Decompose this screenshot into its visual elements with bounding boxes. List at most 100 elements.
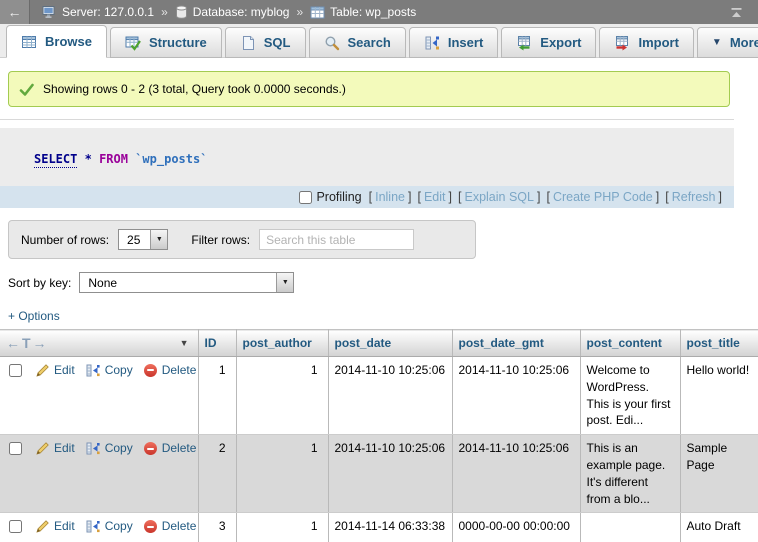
delete-link[interactable]: Delete bbox=[162, 362, 197, 379]
cell-post-title: Sample Page bbox=[680, 435, 758, 513]
tab-label: Browse bbox=[45, 34, 92, 49]
tab-import[interactable]: Import bbox=[599, 27, 693, 58]
copy-link[interactable]: Copy bbox=[105, 440, 133, 457]
section-divider bbox=[0, 119, 734, 120]
breadcrumb-database-label: Database: myblog bbox=[193, 5, 290, 19]
explain-sql-link[interactable]: Explain SQL bbox=[464, 190, 533, 204]
profiling-label: Profiling bbox=[316, 190, 361, 204]
delete-icon bbox=[144, 364, 157, 377]
sort-descending-icon[interactable]: ▼ bbox=[180, 338, 189, 348]
breadcrumb-table[interactable]: Table: wp_posts bbox=[310, 5, 416, 19]
table-header-row: ←T→ ▼ ID post_author post_date post_date… bbox=[0, 330, 758, 357]
inline-link[interactable]: Inline bbox=[375, 190, 405, 204]
sort-select-value: None bbox=[80, 273, 276, 292]
sql-table-name: `wp_posts` bbox=[135, 152, 207, 166]
search-icon bbox=[324, 35, 340, 51]
column-header-post-date[interactable]: post_date bbox=[328, 330, 452, 357]
column-header-actions: ←T→ ▼ bbox=[0, 330, 198, 357]
row-checkbox[interactable] bbox=[9, 442, 22, 455]
pencil-icon bbox=[36, 442, 49, 455]
bracket: ] bbox=[719, 190, 722, 204]
copy-link[interactable]: Copy bbox=[105, 518, 133, 535]
column-header-post-content[interactable]: post_content bbox=[580, 330, 680, 357]
create-php-code-link[interactable]: Create PHP Code bbox=[553, 190, 653, 204]
column-header-post-author[interactable]: post_author bbox=[236, 330, 328, 357]
rows-label: Number of rows: bbox=[21, 233, 109, 247]
import-icon bbox=[614, 35, 630, 51]
back-arrow-icon: ← bbox=[8, 4, 22, 20]
options-toggle[interactable]: + Options bbox=[8, 309, 60, 323]
cell-post-date: 2014-11-10 10:25:06 bbox=[328, 357, 452, 435]
cell-post-title: Hello world! bbox=[680, 357, 758, 435]
cell-post-date: 2014-11-14 06:33:38 bbox=[328, 513, 452, 542]
cell-post-date: 2014-11-10 10:25:06 bbox=[328, 435, 452, 513]
collapse-panel-icon[interactable] bbox=[729, 5, 744, 20]
bracket: ] bbox=[537, 190, 540, 204]
tab-label: SQL bbox=[264, 35, 291, 50]
copy-link[interactable]: Copy bbox=[105, 362, 133, 379]
breadcrumb: Server: 127.0.0.1 » Database: myblog » T… bbox=[42, 5, 729, 19]
cell-post-author: 1 bbox=[236, 513, 328, 542]
tab-label: Structure bbox=[149, 35, 207, 50]
rows-filter-bar: Number of rows: 25 ▼ Filter rows: bbox=[8, 220, 476, 259]
insert-icon bbox=[424, 35, 440, 51]
cell-post-content: This is an example page. It's different … bbox=[580, 435, 680, 513]
export-icon bbox=[516, 35, 532, 51]
cell-post-content bbox=[580, 513, 680, 542]
tab-label: Search bbox=[348, 35, 391, 50]
sql-star: * bbox=[85, 152, 92, 166]
breadcrumb-server[interactable]: Server: 127.0.0.1 bbox=[42, 5, 154, 19]
tab-structure[interactable]: Structure bbox=[110, 27, 222, 58]
sql-query-box: SELECT * FROM `wp_posts` Profiling [ Inl… bbox=[0, 128, 734, 208]
tab-bar: Browse Structure SQL Search Insert Expor… bbox=[0, 24, 758, 58]
profiling-checkbox[interactable] bbox=[299, 191, 312, 204]
table-row: Edit Copy Delete 1 1 2014-11-10 10:25:06… bbox=[0, 357, 758, 435]
sql-icon bbox=[240, 35, 256, 51]
delete-link[interactable]: Delete bbox=[162, 440, 197, 457]
filter-input[interactable] bbox=[259, 229, 414, 250]
cell-post-date-gmt: 2014-11-10 10:25:06 bbox=[452, 435, 580, 513]
sort-row: Sort by key: None ▼ bbox=[8, 272, 758, 293]
tab-insert[interactable]: Insert bbox=[409, 27, 498, 58]
tab-more[interactable]: ▼ More bbox=[697, 27, 758, 58]
edit-link[interactable]: Edit bbox=[54, 440, 75, 457]
column-header-post-date-gmt[interactable]: post_date_gmt bbox=[452, 330, 580, 357]
tab-sql[interactable]: SQL bbox=[225, 27, 306, 58]
bracket: [ bbox=[665, 190, 668, 204]
refresh-link[interactable]: Refresh bbox=[672, 190, 716, 204]
breadcrumb-database[interactable]: Database: myblog bbox=[175, 5, 290, 19]
cell-id: 3 bbox=[198, 513, 236, 542]
rows-select[interactable]: 25 ▼ bbox=[118, 229, 168, 250]
sort-select[interactable]: None ▼ bbox=[79, 272, 294, 293]
bracket: [ bbox=[546, 190, 549, 204]
tab-browse[interactable]: Browse bbox=[6, 25, 107, 58]
breadcrumb-separator: » bbox=[161, 5, 168, 19]
column-header-post-title[interactable]: post_title bbox=[680, 330, 758, 357]
column-header-id[interactable]: ID bbox=[198, 330, 236, 357]
edit-link[interactable]: Edit bbox=[54, 362, 75, 379]
cell-post-date-gmt: 0000-00-00 00:00:00 bbox=[452, 513, 580, 542]
delete-link[interactable]: Delete bbox=[162, 518, 197, 535]
bracket: ] bbox=[656, 190, 659, 204]
table-row: Edit Copy Delete 2 1 2014-11-10 10:25:06… bbox=[0, 435, 758, 513]
bracket: [ bbox=[417, 190, 420, 204]
cell-id: 2 bbox=[198, 435, 236, 513]
breadcrumb-table-label: Table: wp_posts bbox=[330, 5, 416, 19]
cell-id: 1 bbox=[198, 357, 236, 435]
tab-label: Insert bbox=[448, 35, 483, 50]
row-checkbox[interactable] bbox=[9, 520, 22, 533]
edit-link[interactable]: Edit bbox=[54, 518, 75, 535]
delete-icon bbox=[144, 442, 157, 455]
tab-export[interactable]: Export bbox=[501, 27, 596, 58]
bracket: ] bbox=[449, 190, 452, 204]
breadcrumb-bar: ← Server: 127.0.0.1 » Database: myblog »… bbox=[0, 0, 758, 24]
chevron-down-icon: ▼ bbox=[150, 230, 167, 249]
tab-label: Import bbox=[638, 35, 678, 50]
row-checkbox[interactable] bbox=[9, 364, 22, 377]
edit-query-link[interactable]: Edit bbox=[424, 190, 446, 204]
column-move-marker: ←T→ bbox=[6, 335, 49, 351]
back-button[interactable]: ← bbox=[0, 0, 30, 24]
breadcrumb-server-label: Server: 127.0.0.1 bbox=[62, 5, 154, 19]
tab-search[interactable]: Search bbox=[309, 27, 406, 58]
cell-post-content: Welcome to WordPress. This is your first… bbox=[580, 357, 680, 435]
